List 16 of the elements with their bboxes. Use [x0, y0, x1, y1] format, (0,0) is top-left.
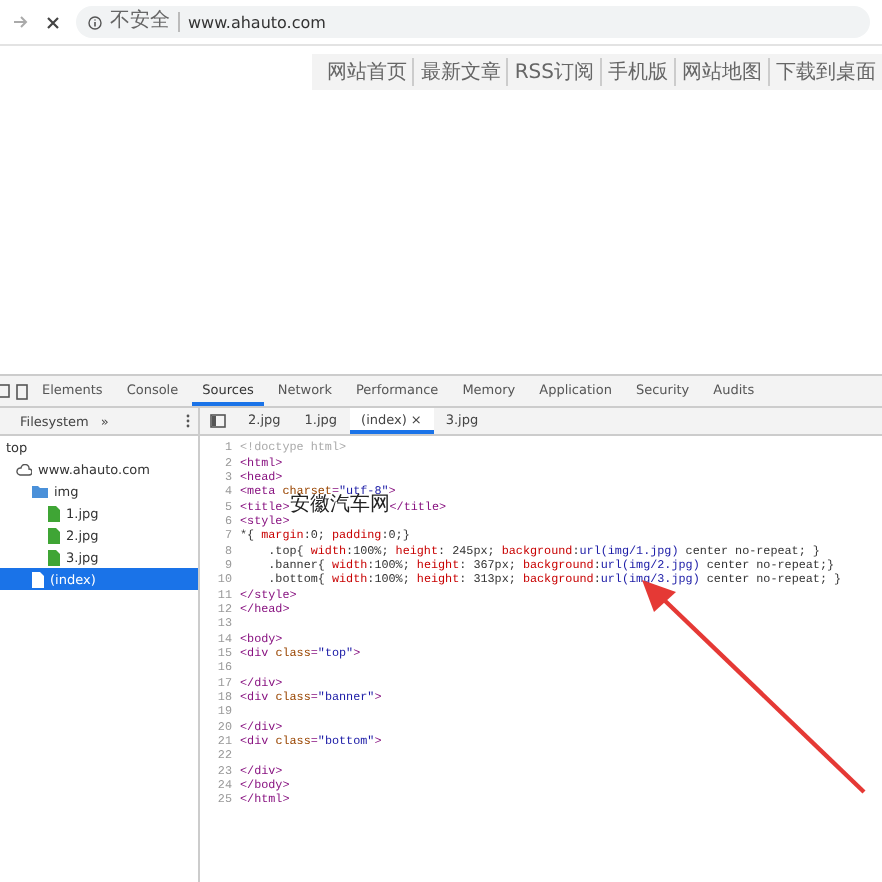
device-icon[interactable] [16, 383, 28, 399]
address-bar[interactable]: 不安全 www.ahauto.com [76, 6, 870, 38]
nav-link[interactable]: RSS订阅 [506, 58, 600, 86]
nav-link[interactable]: 网站首页 [320, 58, 413, 86]
security-label: 不安全 [110, 12, 180, 32]
nav-link[interactable]: 最新文章 [412, 58, 507, 86]
nav-link[interactable]: 下载到桌面 [768, 58, 882, 86]
nav-link[interactable]: 网站地图 [674, 58, 768, 86]
url-text: www.ahauto.com [188, 13, 326, 31]
info-icon [88, 15, 102, 29]
panel-toggle-icon[interactable] [210, 414, 226, 428]
close-icon[interactable] [46, 15, 60, 29]
cloud-icon [16, 463, 32, 475]
nav-link[interactable]: 手机版 [600, 58, 674, 86]
folder-icon [32, 484, 48, 498]
inspect-icon[interactable] [0, 383, 12, 399]
